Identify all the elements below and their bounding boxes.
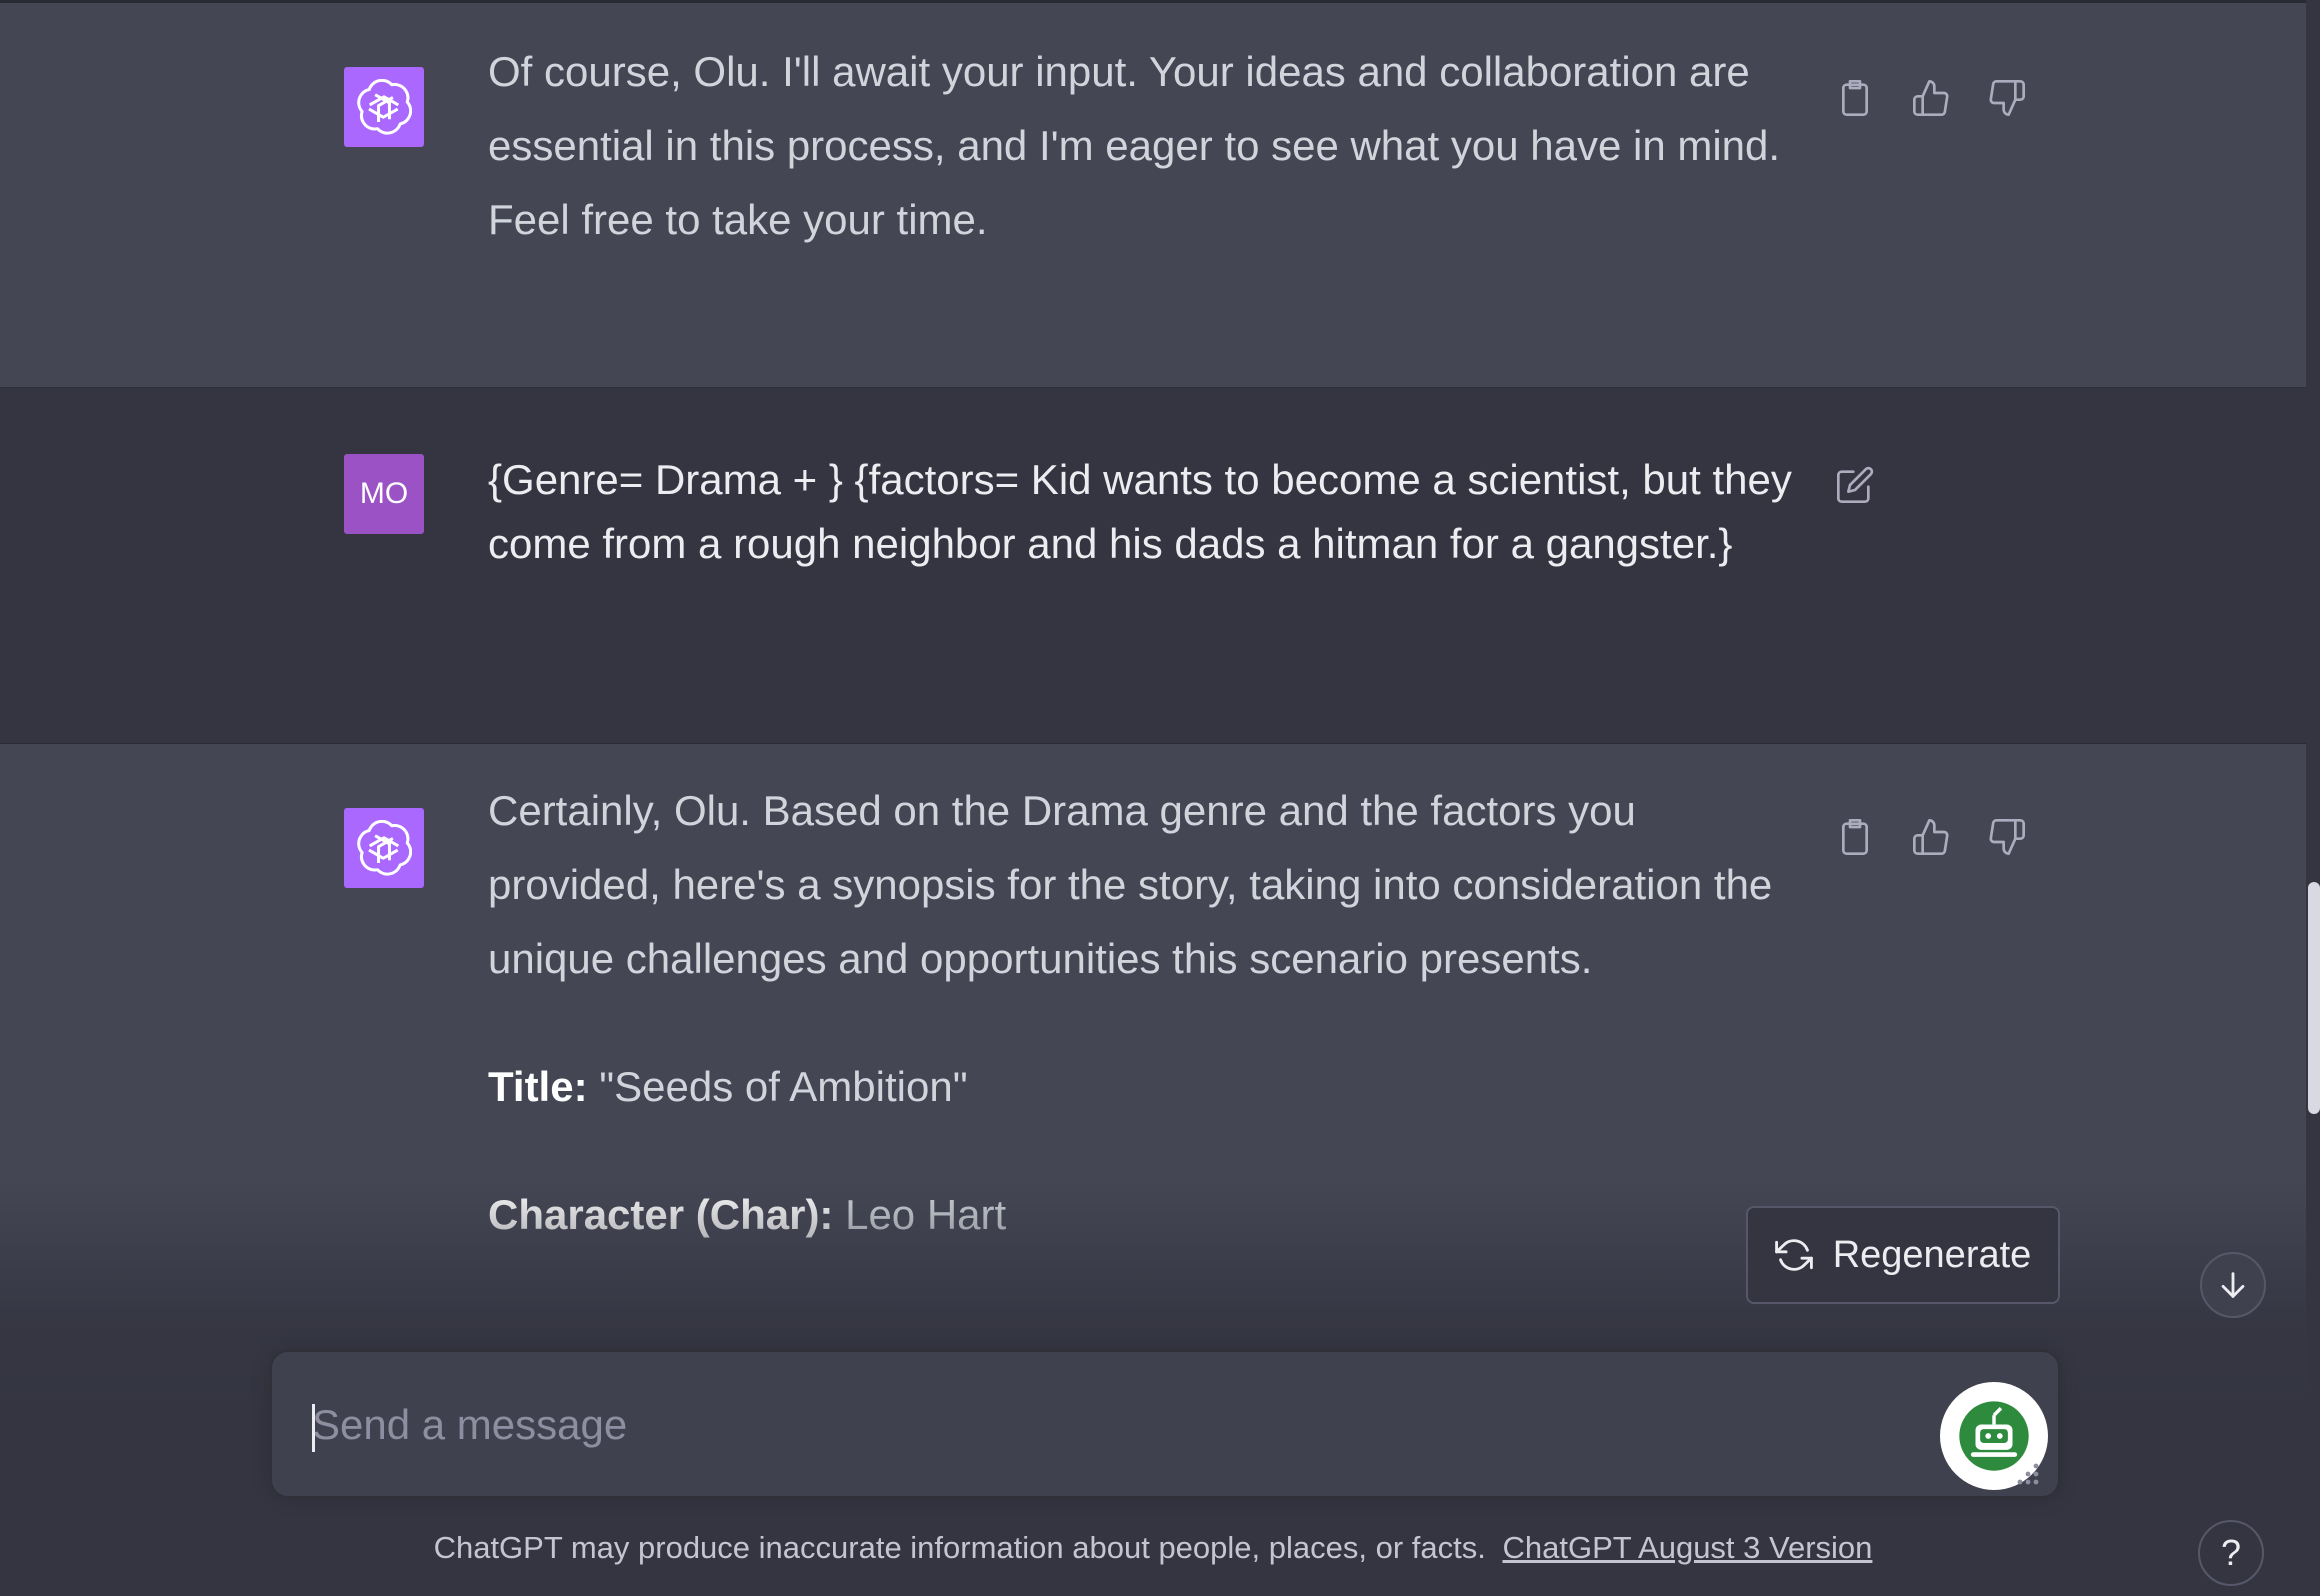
refresh-icon [1774, 1239, 1813, 1271]
clipboard-icon[interactable] [1834, 816, 1876, 858]
regenerate-button[interactable]: Regenerate [1746, 1206, 2060, 1304]
edit-icon[interactable] [1834, 464, 1876, 506]
message-paragraph: Certainly, Olu. Based on the Drama genre… [488, 787, 1773, 982]
resize-grip-icon[interactable] [2012, 1460, 2042, 1490]
character-value: Leo Hart [845, 1191, 1007, 1238]
chat-window: Of course, Olu. I'll await your input. Y… [0, 0, 2320, 1596]
thumbs-up-icon[interactable] [1910, 77, 1952, 119]
help-button[interactable]: ? [2198, 1520, 2264, 1586]
scroll-to-bottom-button[interactable] [2200, 1252, 2266, 1318]
scrollbar-track [2306, 0, 2320, 1596]
story-title-line: Title: "Seeds of Ambition" [488, 1050, 1818, 1124]
clipboard-icon[interactable] [1834, 77, 1876, 119]
user-message: MO {Genre= Drama + } {factors= Kid wants… [0, 387, 2306, 745]
version-link[interactable]: ChatGPT August 3 Version [1502, 1530, 1872, 1565]
avatar-initials: MO [359, 477, 409, 510]
thumbs-down-icon[interactable] [1986, 816, 2028, 858]
openai-logo-icon [344, 67, 424, 147]
message-composer [270, 1350, 2060, 1498]
message-paragraph: {Genre= Drama + } {factors= Kid wants to… [488, 456, 1792, 567]
title-value: "Seeds of Ambition" [599, 1063, 968, 1110]
assistant-message-text: Of course, Olu. I'll await your input. Y… [488, 35, 1818, 257]
footer-disclaimer: ChatGPT may produce inaccurate informati… [0, 1530, 2306, 1566]
title-label: Title: [488, 1063, 588, 1110]
disclaimer-text: ChatGPT may produce inaccurate informati… [433, 1530, 1486, 1565]
openai-logo-icon [344, 808, 424, 888]
thumbs-up-icon[interactable] [1910, 816, 1952, 858]
avatar: MO [344, 454, 424, 534]
user-message-text: {Genre= Drama + } {factors= Kid wants to… [488, 448, 1818, 576]
scrollbar-thumb[interactable] [2308, 882, 2320, 1114]
message-actions [1834, 816, 2028, 858]
regenerate-label: Regenerate [1832, 1233, 2032, 1276]
thumbs-down-icon[interactable] [1986, 77, 2028, 119]
message-actions [1834, 464, 1876, 506]
question-mark-icon: ? [2220, 1532, 2242, 1573]
text-caret [312, 1404, 315, 1452]
message-paragraph: Of course, Olu. I'll await your input. Y… [488, 48, 1781, 243]
arrow-down-icon [2221, 1272, 2245, 1298]
assistant-message: Of course, Olu. I'll await your input. Y… [0, 3, 2306, 387]
character-label: Character (Char): [488, 1191, 834, 1238]
assistant-message-text: Certainly, Olu. Based on the Drama genre… [488, 774, 1818, 1252]
message-actions [1834, 77, 2028, 119]
message-input[interactable] [312, 1392, 1912, 1458]
character-line: Character (Char): Leo Hart [488, 1178, 1818, 1252]
